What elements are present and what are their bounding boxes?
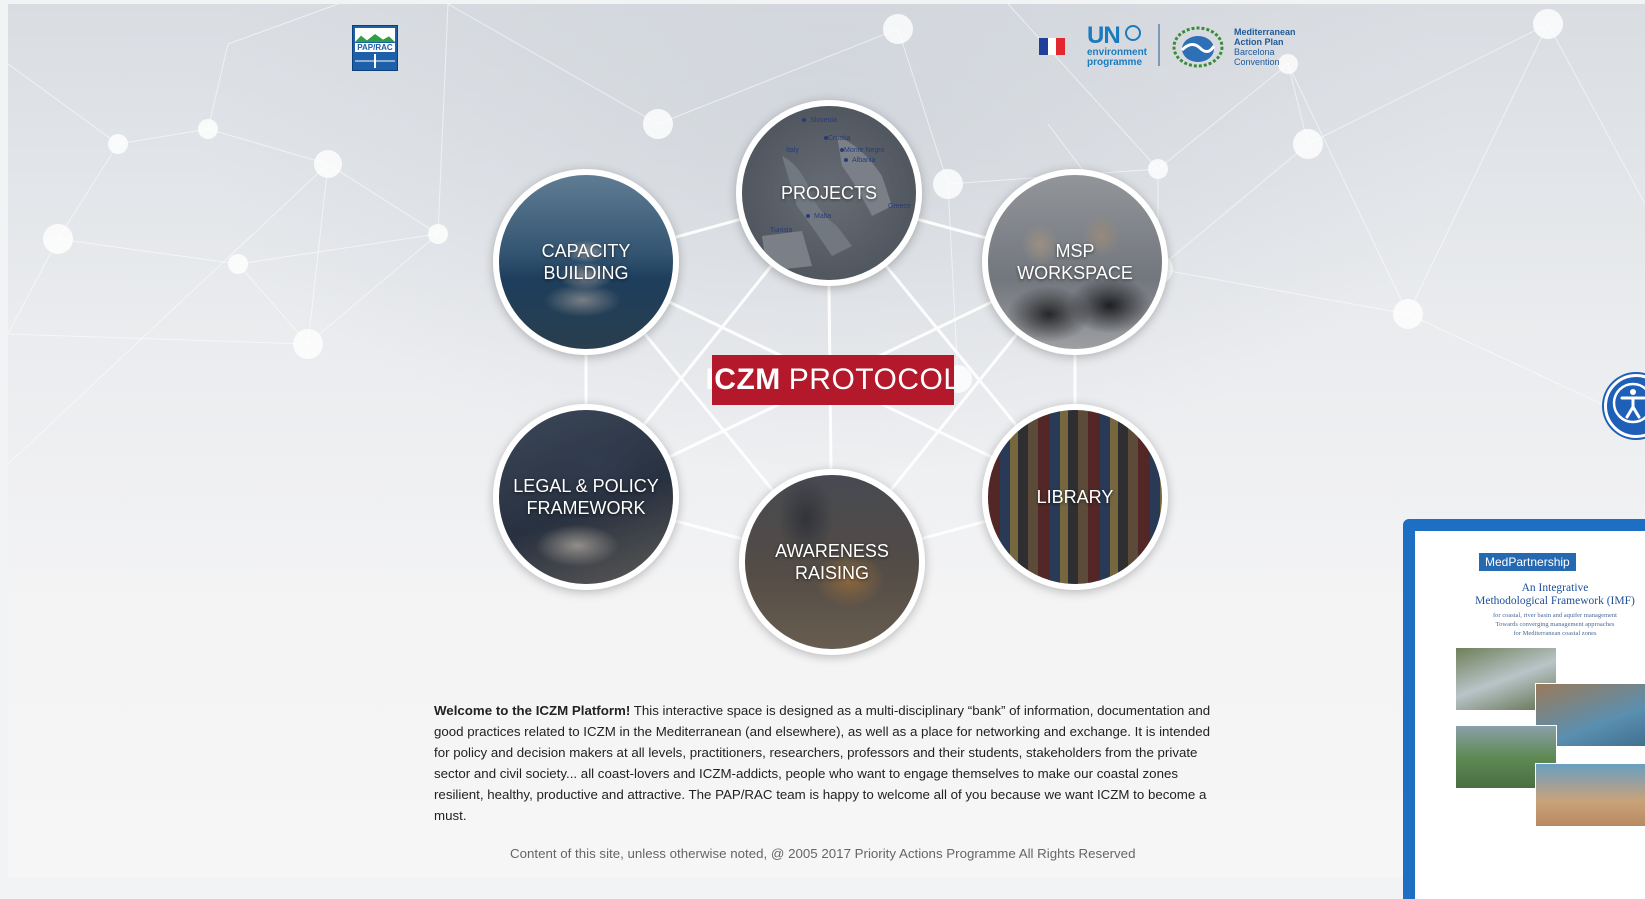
awareness-raising-circle[interactable]: AWARENESS RAISING — [739, 469, 925, 655]
publication-title: An Integrative Methodological Framework … — [1455, 582, 1645, 608]
legal-policy-circle[interactable]: LEGAL & POLICY FRAMEWORK — [493, 404, 679, 590]
projects-circle[interactable]: Slovenia Croatia Italy Monte Negro Alban… — [736, 100, 922, 286]
awareness-raising-label: AWARENESS RAISING — [775, 541, 889, 583]
medpartnership-badge: MedPartnership — [1479, 553, 1576, 571]
legal-policy-label: LEGAL & POLICY FRAMEWORK — [513, 476, 659, 518]
library-label: LIBRARY — [1036, 487, 1114, 507]
projects-label: PROJECTS — [780, 183, 877, 203]
iczm-protocol-light: PROTOCOL — [788, 363, 961, 396]
welcome-text: Welcome to the ICZM Platform! This inter… — [434, 700, 1224, 826]
publication-subtitle: for coastal, river basin and aquifer man… — [1455, 611, 1645, 638]
iczm-protocol-strong: ICZM — [705, 363, 781, 396]
accessibility-button[interactable] — [1604, 374, 1645, 438]
publication-sub-line3: for Mediterranean coastal zones — [1513, 630, 1597, 637]
accessibility-icon — [1612, 382, 1645, 424]
footer-copyright: Content of this site, unless otherwise n… — [510, 846, 1136, 861]
welcome-body: This interactive space is designed as a … — [434, 703, 1211, 823]
publication-title-line1: An Integrative — [1521, 582, 1589, 594]
publication-sub-line2: Towards converging management approaches — [1495, 621, 1615, 628]
welcome-lead: Welcome to the ICZM Platform! — [434, 703, 631, 718]
capacity-building-label: CAPACITY BUILDING — [541, 241, 631, 283]
cover-photo-beach — [1535, 763, 1645, 827]
library-circle[interactable]: LIBRARY — [982, 404, 1168, 590]
capacity-building-circle[interactable]: CAPACITY BUILDING — [493, 169, 679, 355]
msp-workspace-circle[interactable]: MSP WORKSPACE — [982, 169, 1168, 355]
iczm-protocol-button[interactable]: ICZM PROTOCOL — [705, 355, 960, 405]
publication-title-line2: Methodological Framework (IMF) — [1475, 595, 1635, 607]
publication-sub-line1: for coastal, river basin and aquifer man… — [1493, 612, 1617, 619]
publication-cover: MedPartnership An Integrative Methodolog… — [1415, 531, 1645, 899]
msp-workspace-label: MSP WORKSPACE — [1017, 241, 1133, 283]
publication-side-panel[interactable]: MedPartnership An Integrative Methodolog… — [1403, 519, 1645, 899]
